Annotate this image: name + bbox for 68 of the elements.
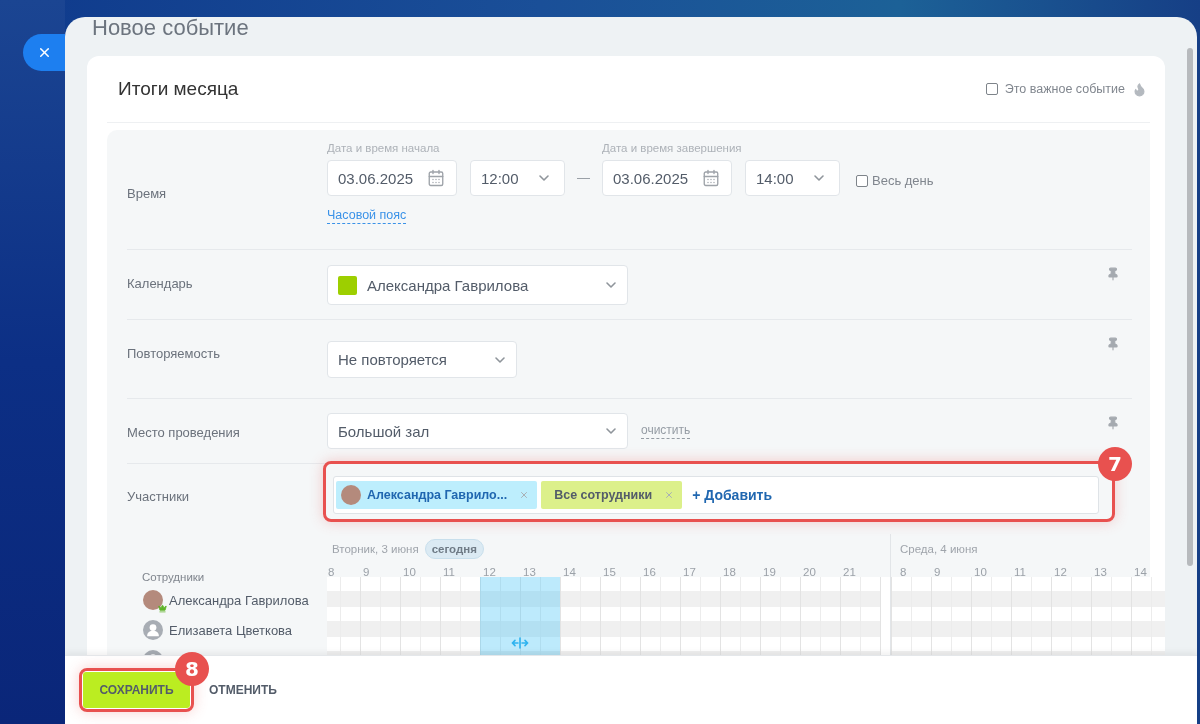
resize-handle-icon[interactable] [511,637,529,649]
hour-label: 9 [363,566,370,578]
day-title: Среда, 4 июня [900,543,978,555]
calendar-icon [427,169,445,187]
add-participant-link[interactable]: + Добавить [692,487,773,503]
hour-label: 20 [803,566,816,578]
scrollbar[interactable] [1187,48,1193,566]
field-caption: Дата и время начала [327,142,441,155]
field-label: Календарь [127,276,193,291]
callout-badge: 8 [175,652,209,686]
hour-label: 12 [483,566,496,578]
remove-icon[interactable] [519,490,530,500]
date-field[interactable]: 03.06.2025 [602,160,732,196]
checkbox-label[interactable]: Это важное событие [1004,81,1125,97]
hour-label: 9 [934,566,941,578]
participants-field[interactable]: Александра Гаврило... Все сотрудники + Добавить [333,476,1099,514]
checkbox[interactable] [985,83,998,95]
day-title: Вторник, 3 июня [332,543,419,555]
hour-label: 12 [1054,566,1067,578]
hour-label: 11 [443,566,455,578]
avatar-photo-placeholder [341,485,361,505]
field-label: Участники [127,489,190,504]
slider-title: Новое событие [92,17,249,39]
field-label: Место проведения [127,425,240,440]
pin-icon[interactable] [1106,337,1120,351]
hour-label: 17 [683,566,696,578]
hour-label: 10 [403,566,416,578]
hour-label: 16 [643,566,656,578]
people-header: Сотрудники [142,570,206,584]
pin-icon[interactable] [1106,267,1120,281]
field-caption: Дата и время завершения [602,142,743,155]
checkbox[interactable] [856,174,868,187]
calendar-icon [702,169,720,187]
date-field[interactable]: 03.06.2025 [327,160,457,196]
dropdown-select[interactable]: Александра Гаврилова [327,265,628,305]
time-select[interactable]: 14:00 [745,160,840,196]
hour-label: 13 [523,566,536,578]
hour-label: 15 [603,566,616,578]
field-label: Время [127,186,167,201]
dropdown-select[interactable]: Не повторяется [327,341,517,378]
hour-label: 8 [900,566,907,578]
hour-label: 18 [723,566,736,578]
hour-label: 13 [1094,566,1107,578]
dash-separator: — [577,169,590,187]
hour-label: 21 [843,566,856,578]
dropdown-select[interactable]: Большой зал [327,413,628,449]
today-badge: сегодня [424,539,484,559]
cancel-button[interactable]: ОТМЕНИТЬ [209,683,277,697]
field-label: Повторяемость [127,346,220,361]
time-select[interactable]: 12:00 [470,160,565,196]
tag-label: Все сотрудники [554,488,653,502]
hour-label: 14 [563,566,576,578]
callout-badge: 7 [1098,447,1132,481]
person-name: Александра Гаврилова [169,592,309,608]
hour-label: 8 [328,566,335,578]
hour-label: 14 [1134,566,1147,578]
event-title: Итоги месяца [118,77,239,101]
remove-icon[interactable] [664,490,675,500]
close-button[interactable] [23,34,65,71]
hour-label: 10 [974,566,987,578]
hour-label: 19 [763,566,776,578]
avatar-photo-placeholder [143,590,163,610]
person-name: Елизавета Цветкова [169,622,293,638]
hour-label: 11 [1014,566,1026,578]
flame-icon [1132,81,1147,97]
tag-label: Александра Гаврило... [367,488,508,502]
checkbox-label[interactable]: Весь день [872,172,934,189]
pin-icon[interactable] [1106,416,1120,430]
